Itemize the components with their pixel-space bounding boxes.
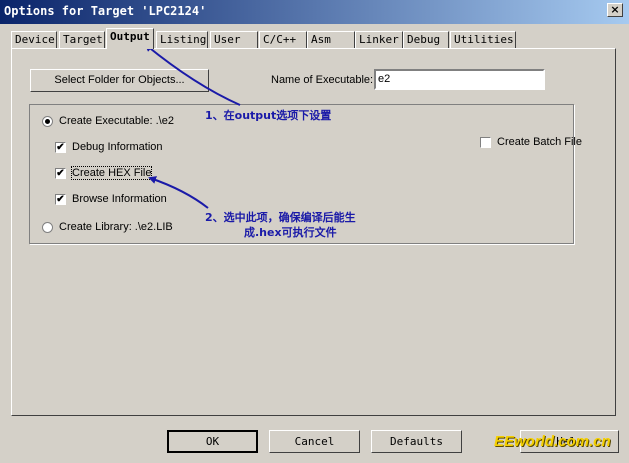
tab-label: Output xyxy=(110,30,150,43)
ok-button[interactable]: OK xyxy=(167,430,258,453)
arrow-to-hex-checkbox xyxy=(148,176,209,209)
button-label: Cancel xyxy=(294,435,335,448)
annotation-arrows xyxy=(144,43,241,209)
arrow-to-output-tab xyxy=(144,43,241,106)
button-label: Defaults xyxy=(390,435,443,448)
cancel-button[interactable]: Cancel xyxy=(269,430,360,453)
button-label: OK xyxy=(205,435,220,448)
tab-output[interactable]: Output xyxy=(106,28,154,49)
defaults-button[interactable]: Defaults xyxy=(371,430,462,453)
watermark: EEworld.com.cn xyxy=(494,433,611,450)
